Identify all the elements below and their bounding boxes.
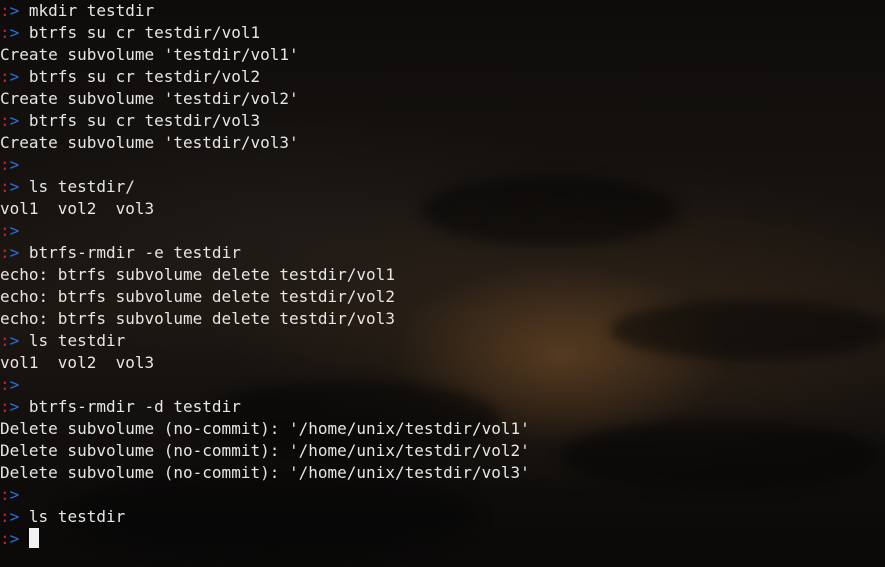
prompt-symbol: :> [0, 243, 29, 262]
prompt-symbol: :> [0, 23, 29, 42]
prompt-colon: : [0, 67, 10, 86]
text-cursor [28, 528, 39, 548]
command-line: :> btrfs su cr testdir/vol2 [0, 66, 530, 88]
prompt-symbol: :> [0, 67, 29, 86]
command-line: :> btrfs su cr testdir/vol1 [0, 22, 530, 44]
output-text: Create subvolume 'testdir/vol2' [0, 89, 299, 108]
output-text: Delete subvolume (no-commit): '/home/uni… [0, 463, 530, 482]
prompt-arrow: > [9, 111, 29, 130]
command-text: btrfs su cr testdir/vol1 [28, 23, 261, 42]
output-text: vol1 vol2 vol3 [0, 353, 155, 372]
terminal-window[interactable]: :> mkdir testdir:> btrfs su cr testdir/v… [0, 0, 885, 567]
output-text: Delete subvolume (no-commit): '/home/uni… [0, 441, 530, 460]
command-line: :> [0, 484, 530, 506]
prompt-arrow: > [9, 243, 29, 262]
command-text: btrfs su cr testdir/vol2 [28, 67, 261, 86]
prompt-colon: : [0, 23, 10, 42]
prompt-symbol: :> [0, 397, 29, 416]
prompt-colon: : [0, 397, 10, 416]
prompt-symbol: :> [0, 485, 29, 504]
prompt-symbol: :> [0, 111, 29, 130]
prompt-arrow: > [9, 375, 29, 394]
output-text: echo: btrfs subvolume delete testdir/vol… [0, 309, 395, 328]
prompt-arrow: > [9, 67, 29, 86]
prompt-arrow: > [9, 397, 29, 416]
output-line: echo: btrfs subvolume delete testdir/vol… [0, 308, 530, 330]
command-text: btrfs-rmdir -e testdir [28, 243, 241, 262]
command-line: :> btrfs-rmdir -e testdir [0, 242, 530, 264]
prompt-symbol: :> [0, 177, 29, 196]
input-line: :> [0, 528, 530, 550]
prompt-arrow: > [9, 529, 29, 548]
output-text: echo: btrfs subvolume delete testdir/vol… [0, 265, 395, 284]
prompt-colon: : [0, 111, 10, 130]
prompt-arrow: > [9, 485, 29, 504]
prompt-arrow: > [9, 177, 29, 196]
prompt-arrow: > [9, 155, 29, 174]
output-line: echo: btrfs subvolume delete testdir/vol… [0, 264, 530, 286]
prompt-colon: : [0, 177, 10, 196]
command-text: ls testdir [28, 507, 126, 526]
output-line: vol1 vol2 vol3 [0, 198, 530, 220]
command-text: ls testdir [28, 331, 126, 350]
output-text: Create subvolume 'testdir/vol3' [0, 133, 299, 152]
command-line: :> btrfs su cr testdir/vol3 [0, 110, 530, 132]
command-line: :> mkdir testdir [0, 0, 530, 22]
command-text: mkdir testdir [28, 1, 155, 20]
command-line: :> btrfs-rmdir -d testdir [0, 396, 530, 418]
prompt-colon: : [0, 375, 10, 394]
prompt-symbol: :> [0, 155, 29, 174]
prompt-symbol: :> [0, 1, 29, 20]
command-line: :> ls testdir [0, 506, 530, 528]
prompt-symbol: :> [0, 529, 29, 548]
output-line: Create subvolume 'testdir/vol2' [0, 88, 530, 110]
prompt-arrow: > [9, 23, 29, 42]
output-line: Create subvolume 'testdir/vol3' [0, 132, 530, 154]
command-line: :> [0, 220, 530, 242]
output-line: echo: btrfs subvolume delete testdir/vol… [0, 286, 530, 308]
output-text: Create subvolume 'testdir/vol1' [0, 45, 299, 64]
prompt-colon: : [0, 529, 10, 548]
output-text: vol1 vol2 vol3 [0, 199, 155, 218]
command-line: :> ls testdir/ [0, 176, 530, 198]
prompt-colon: : [0, 507, 10, 526]
output-line: Delete subvolume (no-commit): '/home/uni… [0, 462, 530, 484]
output-text: Delete subvolume (no-commit): '/home/uni… [0, 419, 530, 438]
command-text: ls testdir/ [28, 177, 135, 196]
output-line: Delete subvolume (no-commit): '/home/uni… [0, 418, 530, 440]
prompt-symbol: :> [0, 331, 29, 350]
output-line: Create subvolume 'testdir/vol1' [0, 44, 530, 66]
prompt-symbol: :> [0, 221, 29, 240]
prompt-colon: : [0, 221, 10, 240]
command-line: :> [0, 154, 530, 176]
prompt-arrow: > [9, 221, 29, 240]
prompt-colon: : [0, 243, 10, 262]
prompt-colon: : [0, 155, 10, 174]
terminal-output: :> mkdir testdir:> btrfs su cr testdir/v… [0, 0, 530, 550]
prompt-arrow: > [9, 331, 29, 350]
prompt-arrow: > [9, 1, 29, 20]
prompt-arrow: > [9, 507, 29, 526]
output-line: vol1 vol2 vol3 [0, 352, 530, 374]
background-cloud [560, 420, 880, 490]
output-line: Delete subvolume (no-commit): '/home/uni… [0, 440, 530, 462]
output-text: echo: btrfs subvolume delete testdir/vol… [0, 287, 395, 306]
background-cloud [610, 300, 885, 360]
prompt-colon: : [0, 1, 10, 20]
prompt-colon: : [0, 485, 10, 504]
command-line: :> [0, 374, 530, 396]
command-line: :> ls testdir [0, 330, 530, 352]
prompt-symbol: :> [0, 375, 29, 394]
prompt-symbol: :> [0, 507, 29, 526]
command-text: btrfs su cr testdir/vol3 [28, 111, 261, 130]
prompt-colon: : [0, 331, 10, 350]
command-text: btrfs-rmdir -d testdir [28, 397, 241, 416]
